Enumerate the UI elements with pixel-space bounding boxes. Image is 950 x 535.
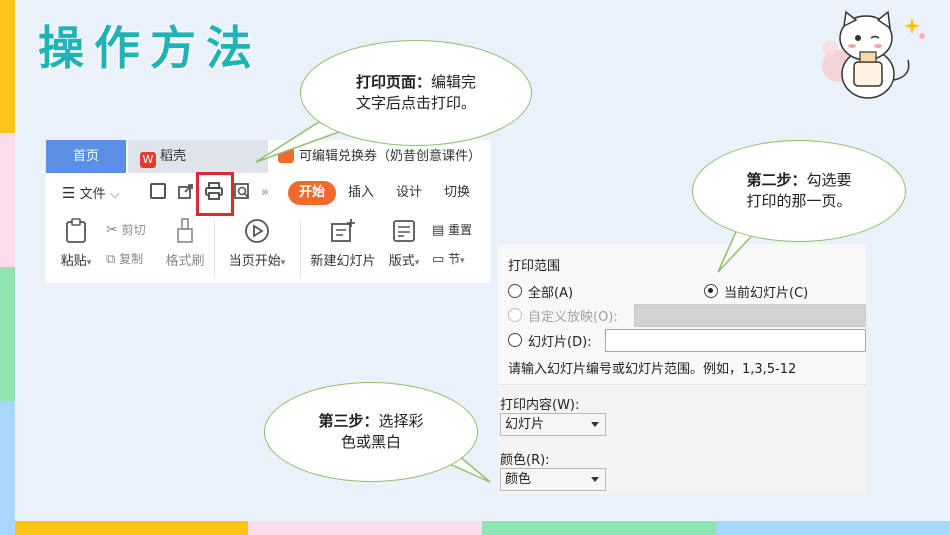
speech-bubble-step3: 第三步：选择彩 色或黑白 [264,382,478,482]
bubble-step3-bold: 第三步： [318,412,379,430]
bubble-step3-line2: 色或黑白 [340,433,401,451]
bubble-step3-line1: 选择彩 [378,412,424,430]
bubble-step2-line2: 打印的那一页。 [746,192,852,210]
speech-bubble-step1: 打印页面：编辑完 文字后点击打印。 [300,40,532,146]
speech-bubble-step2: 第二步：勾选要 打印的那一页。 [692,140,906,242]
bubble-step1-line1: 编辑完 [431,73,477,91]
bubble-step2-bold: 第二步： [746,171,807,189]
bubble-step2-line1: 勾选要 [806,171,852,189]
bubble-step1-bold: 打印页面： [355,73,431,91]
bubble-step1-line2: 文字后点击打印。 [355,94,476,112]
